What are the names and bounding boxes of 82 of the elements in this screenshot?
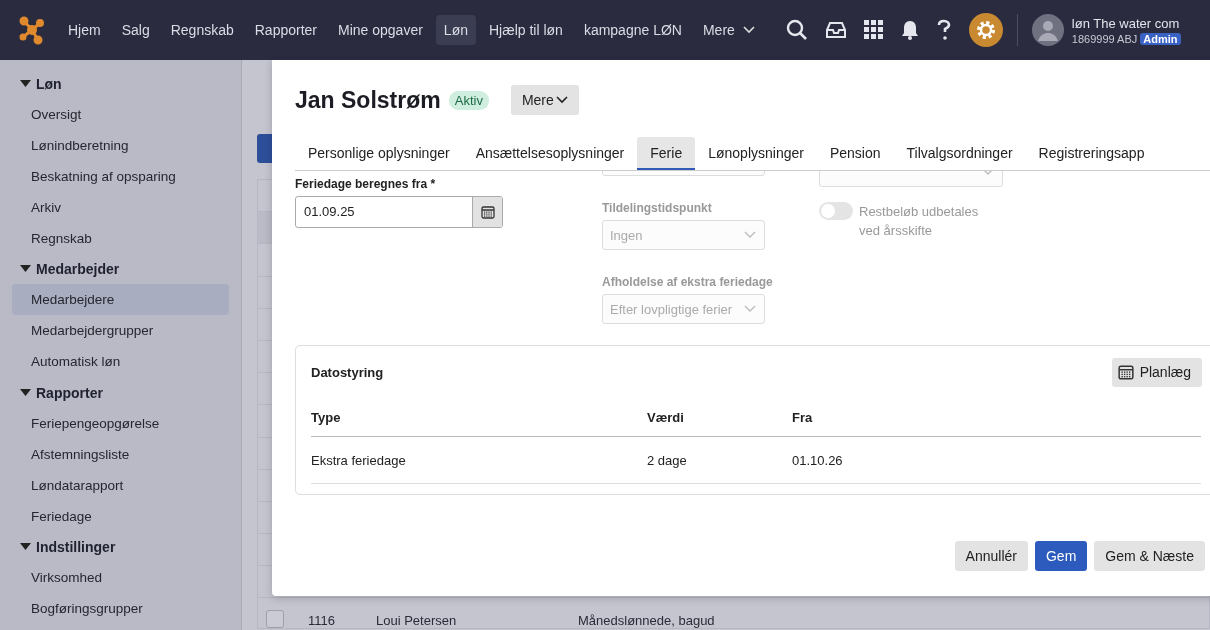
account-number: 1869999 ABJ [1071,32,1138,45]
save-next-button[interactable]: Gem & Næste [1094,541,1205,571]
calendar-icon [1117,364,1134,380]
sidebar-item[interactable]: Regnskab [12,222,229,254]
sidebar-item[interactable]: Løndatarapport [12,469,229,501]
sidebar-item[interactable]: Arkiv [12,191,229,223]
caret-icon [20,388,31,397]
tab[interactable]: Ferie [637,137,696,170]
tab[interactable]: Lønoplysninger [695,137,817,170]
sidebar-group-title: Løn [36,75,62,92]
table-cell-text: Loui Petersen [376,613,458,629]
sidebar-item[interactable]: Feriepengeopgørelse [12,407,229,439]
help-icon[interactable] [935,19,952,41]
nav-link[interactable]: Salg [113,15,158,45]
row-checkbox[interactable] [266,610,284,629]
sidebar-item[interactable]: Lønindberetning [12,129,229,161]
card-title: Datostyring [311,364,384,380]
nav-link[interactable]: Rapporter [246,15,325,45]
user-name: løn The water com [1071,15,1181,31]
sidebar-item[interactable]: Virksomhed [12,562,229,593]
table-cell-text: Ekstra feriedage [311,452,407,468]
nav-link[interactable]: Mine opgaver [330,15,431,45]
table-cell-text: 01.10.26 [792,452,844,468]
tab[interactable]: Pension [816,137,894,170]
nav-link[interactable]: Hjem [60,15,109,45]
caret-icon [20,265,31,274]
apps-icon[interactable] [863,20,884,40]
table-cell-text: 1116 [308,613,336,629]
column-header: Fra [792,409,814,425]
nav-link[interactable]: kampagne LØN [575,15,690,45]
tab[interactable]: Registreringsapp [1025,137,1158,170]
sidebar-item[interactable]: Beskatning af opsparing [12,160,229,192]
field-label: Afholdelse af ekstra feriedage [602,275,773,289]
nav-link[interactable]: Regnskab [162,15,242,45]
tab[interactable]: Tilvalgsordninger [893,137,1026,170]
role-badge: Admin [1140,32,1181,45]
more-button[interactable]: Mere [510,85,579,115]
sidebar-group-title: Rapporter [36,384,103,401]
caret-icon [20,543,31,552]
sidebar-item[interactable]: Oversigt [12,98,229,130]
chevron-icon [744,231,756,239]
logo-icon[interactable] [18,15,46,45]
sidebar-group-title: Indstillinger [36,539,116,556]
sidebar-item[interactable]: Medarbejdergrupper [12,315,229,346]
bell-icon[interactable] [900,20,919,40]
date-field[interactable]: 01.09.25 [295,196,503,228]
table-cell: Månedslønnede, bagud [578,613,715,629]
dialog-title: Jan Solstrøm [295,86,441,114]
avatar-icon[interactable] [1031,14,1064,46]
sidebar-group-header[interactable]: Løn [20,74,229,94]
chevron-icon [742,26,755,34]
sidebar-group-title: Medarbejder [36,261,120,278]
sidebar-item[interactable]: Medarbejdere [12,284,229,315]
status-badge: Aktiv [448,90,489,110]
tab[interactable]: Ansættelsesoplysninger [462,137,638,170]
more-menu[interactable]: Mere [694,15,763,45]
field-label: Tildelingstidspunkt [602,201,712,215]
sidebar-group-header[interactable]: Rapporter [20,383,229,403]
field-label: Feriedage beregnes fra * [295,177,436,191]
save-button[interactable]: Gem [1034,541,1088,571]
sidebar-item[interactable]: Bogføringsgrupper [12,593,229,624]
chevron-icon [744,305,756,313]
cancel-button[interactable]: Annullér [954,541,1028,571]
toggle-label: Restbeløb udbetales ved årsskifte [859,203,980,240]
tab[interactable]: Personlige oplysninger [295,137,463,170]
settings-icon[interactable] [968,13,1003,47]
sidebar-item[interactable]: Afstemningsliste [12,438,229,470]
nav-link[interactable]: Hjælp til løn [480,15,571,45]
plan-button[interactable]: Planlæg [1111,357,1202,387]
table-cell-text: 2 dage [647,452,688,468]
chevron-icon [555,96,568,104]
nav-link[interactable]: Løn [435,15,476,45]
sidebar-group-header[interactable]: Medarbejder [20,259,229,279]
caret-icon [20,79,31,88]
sidebar-group-header[interactable]: Indstillinger [20,537,229,557]
column-header: Type [311,409,342,425]
column-header: Værdi [647,409,685,425]
calendar-icon[interactable] [480,205,495,219]
inbox-icon[interactable] [824,21,847,39]
sidebar-item[interactable]: Automatisk løn [12,346,229,377]
search-icon[interactable] [785,19,808,41]
sidebar-item[interactable]: Feriedage [12,500,229,532]
